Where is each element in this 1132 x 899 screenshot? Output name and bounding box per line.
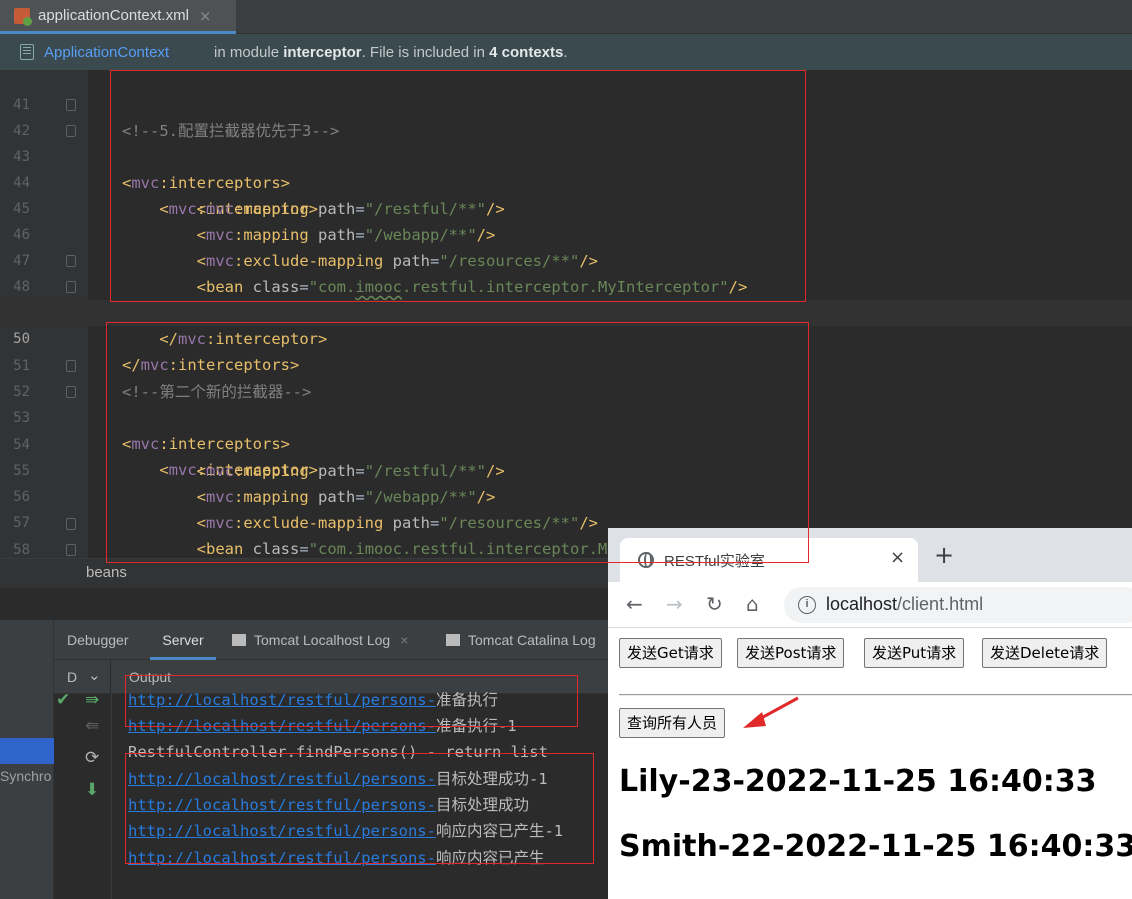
tab-label: Debugger [67, 632, 129, 648]
page-content: 发送Get请求 发送Post请求 发送Put请求 发送Delete请求 查询所有… [608, 628, 1132, 899]
send-delete-button[interactable]: 发送Delete请求 [982, 638, 1108, 668]
fold-icon[interactable] [66, 125, 76, 137]
tab-debugger[interactable]: Debugger [67, 620, 129, 660]
send-post-button[interactable]: 发送Post请求 [737, 638, 845, 668]
deployment-column-label: D [67, 669, 78, 685]
services-tree-selected-row[interactable] [0, 738, 54, 764]
context-text-suffix: . [563, 43, 568, 61]
tab-label: Tomcat Localhost Log [254, 632, 391, 648]
update-icon[interactable]: ⬇ [85, 780, 99, 800]
close-icon[interactable]: × [199, 7, 212, 25]
browser-toolbar: ← → ↻ ⌂ i localhost/client.html [608, 582, 1132, 628]
tab-tomcat-catalina-log[interactable]: Tomcat Catalina Log [446, 620, 596, 660]
editor-tab-title: applicationContext.xml [38, 7, 189, 24]
context-icon [20, 44, 34, 60]
reload-icon[interactable]: ↻ [706, 591, 723, 617]
check-icon: ✔ [56, 690, 71, 710]
deploy-icon[interactable]: ⇛ [85, 690, 99, 710]
address-bar[interactable]: i localhost/client.html [784, 587, 1132, 623]
services-tree-item[interactable]: Synchro [0, 768, 51, 784]
context-count: 4 contexts [489, 43, 564, 61]
undeploy-icon[interactable]: ⇚ [85, 716, 99, 736]
person-record: Smith-22-2022-11-25 16:40:33 [619, 829, 1132, 864]
url-path: /client.html [897, 594, 984, 614]
new-tab-button[interactable]: + [934, 543, 954, 567]
highlight-box-interceptors-2 [106, 322, 809, 563]
xml-file-icon [14, 7, 32, 26]
back-icon[interactable]: ← [626, 591, 643, 617]
output-toolbar: ✔ ⇛ ⇚ ⟳ ⬇ [54, 690, 112, 899]
person-record: Lily-23-2022-11-25 16:40:33 [619, 764, 1097, 799]
query-all-persons-button[interactable]: 查询所有人员 [619, 708, 726, 738]
highlight-box-output-before [125, 675, 578, 727]
tab-label: Server [162, 632, 204, 648]
fold-icon[interactable] [66, 518, 76, 530]
fold-icon[interactable] [66, 544, 76, 556]
send-get-button[interactable]: 发送Get请求 [619, 638, 722, 668]
output-console[interactable]: http://localhost/restful/persons-准备执行 ht… [112, 675, 608, 899]
context-link[interactable]: ApplicationContext [44, 44, 214, 61]
annotation-arrow-icon [743, 696, 799, 728]
home-icon[interactable]: ⌂ [746, 591, 759, 617]
fold-icon[interactable] [66, 99, 76, 111]
highlight-box-output-after [125, 753, 594, 864]
tab-server[interactable]: Server [150, 620, 216, 660]
highlight-box-interceptors-1 [110, 70, 806, 302]
chevron-down-icon[interactable]: ⌄ [88, 666, 101, 684]
fold-icon[interactable] [66, 255, 76, 267]
context-notification-bar: ApplicationContext in module interceptor… [0, 34, 1132, 70]
fold-icon[interactable] [66, 360, 76, 372]
services-tree-strip: Synchro [0, 620, 54, 899]
info-icon[interactable]: i [798, 596, 816, 614]
tab-label: Tomcat Catalina Log [468, 632, 596, 648]
context-text-prefix: in module [214, 43, 284, 61]
log-icon [446, 634, 460, 646]
editor-tab-applicationcontext[interactable]: applicationContext.xml × [0, 0, 236, 34]
fold-icon[interactable] [66, 281, 76, 293]
refresh-icon[interactable]: ⟳ [85, 748, 99, 768]
context-text-middle: . File is included in [361, 43, 490, 61]
forward-icon[interactable]: → [666, 591, 683, 617]
editor-tab-bar: applicationContext.xml × [0, 0, 1132, 34]
divider [110, 660, 111, 694]
send-put-button[interactable]: 发送Put请求 [864, 638, 965, 668]
log-icon [232, 634, 246, 646]
context-module-name: interceptor [283, 43, 362, 61]
fold-icon[interactable] [66, 386, 76, 398]
tab-tomcat-localhost-log[interactable]: Tomcat Localhost Log × [232, 620, 408, 660]
url-text: localhost/client.html [826, 594, 983, 615]
browser-window: RESTful实验室 × + ← → ↻ ⌂ i localhost/clien… [608, 528, 1132, 899]
breadcrumb-item-beans[interactable]: beans [86, 564, 127, 581]
close-icon[interactable]: × [400, 632, 408, 648]
close-icon[interactable]: × [890, 547, 905, 568]
url-host: localhost [826, 594, 898, 614]
divider [619, 694, 1132, 696]
